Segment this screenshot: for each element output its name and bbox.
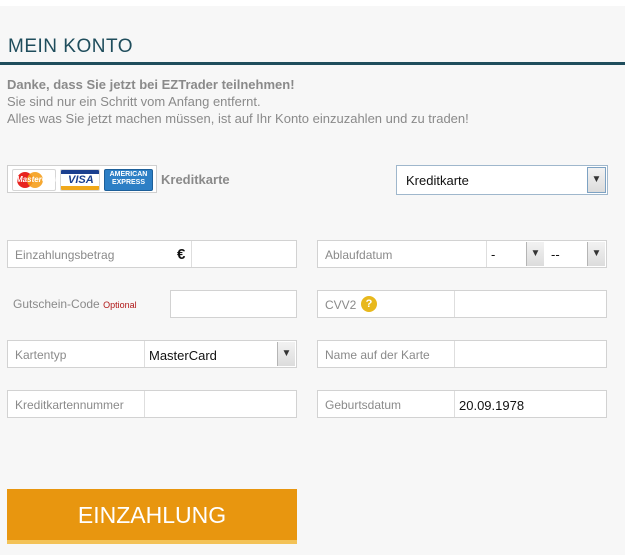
chevron-down-icon[interactable]: ▼ [587, 167, 606, 193]
expiry-field: Ablaufdatum - ▼ -- ▼ [317, 240, 607, 268]
intro-thanks: Danke, dass Sie jetzt bei EZTrader teiln… [7, 77, 295, 92]
payment-method-value: Kreditkarte [406, 173, 469, 188]
cardholder-name-label: Name auf der Karte [325, 348, 430, 362]
voucher-input[interactable] [170, 290, 297, 318]
help-icon[interactable]: ? [361, 296, 377, 312]
expiry-month-select[interactable]: - ▼ [487, 241, 545, 267]
page-title: MEIN KONTO [8, 36, 133, 57]
card-type-value: MasterCard [149, 348, 217, 363]
payment-method-select[interactable]: Kreditkarte ▼ [396, 165, 608, 195]
cvv-label: CVV2 [325, 298, 357, 312]
expiry-year-select[interactable]: -- ▼ [547, 241, 606, 267]
intro-step: Sie sind nur ein Schritt vom Anfang entf… [7, 94, 261, 109]
chevron-down-icon[interactable]: ▼ [526, 242, 544, 266]
chevron-down-icon[interactable]: ▼ [277, 342, 295, 366]
card-type-select[interactable]: Kartentyp MasterCard ▼ [7, 340, 297, 368]
amount-label: Einzahlungsbetrag [15, 248, 115, 262]
card-number-label: Kreditkartennummer [15, 398, 124, 412]
amex-icon: AMERICAN EXPRESS [104, 169, 153, 191]
chevron-down-icon[interactable]: ▼ [587, 242, 605, 266]
expiry-label: Ablaufdatum [325, 248, 393, 262]
intro-text: Danke, dass Sie jetzt bei EZTrader teiln… [7, 76, 469, 127]
cards-label: Kreditkarte [161, 172, 230, 187]
title-divider [0, 62, 625, 65]
intro-instruction: Alles was Sie jetzt machen müssen, ist a… [7, 111, 469, 126]
birthdate-value: 20.09.1978 [459, 398, 525, 413]
voucher-label: Gutschein-Code Optional [13, 297, 137, 311]
visa-icon: VISA [60, 169, 100, 191]
optional-badge: Optional [103, 300, 137, 310]
birthdate-label: Geburtsdatum [325, 398, 402, 412]
card-logos: MasterCard VISA AMERICAN EXPRESS [7, 165, 157, 193]
mastercard-icon: MasterCard [12, 169, 60, 191]
euro-icon: € [177, 246, 186, 263]
cardholder-name-field[interactable]: Name auf der Karte [317, 340, 607, 368]
cvv-field[interactable]: CVV2 ? [317, 290, 607, 318]
deposit-button[interactable]: EINZAHLUNG [7, 489, 297, 544]
birthdate-field[interactable]: Geburtsdatum 20.09.1978 [317, 390, 607, 418]
card-type-label: Kartentyp [15, 348, 67, 362]
account-panel: MEIN KONTO Danke, dass Sie jetzt bei EZT… [0, 6, 625, 555]
amount-field[interactable]: Einzahlungsbetrag € [7, 240, 297, 268]
card-number-field[interactable]: Kreditkartennummer [7, 390, 297, 418]
